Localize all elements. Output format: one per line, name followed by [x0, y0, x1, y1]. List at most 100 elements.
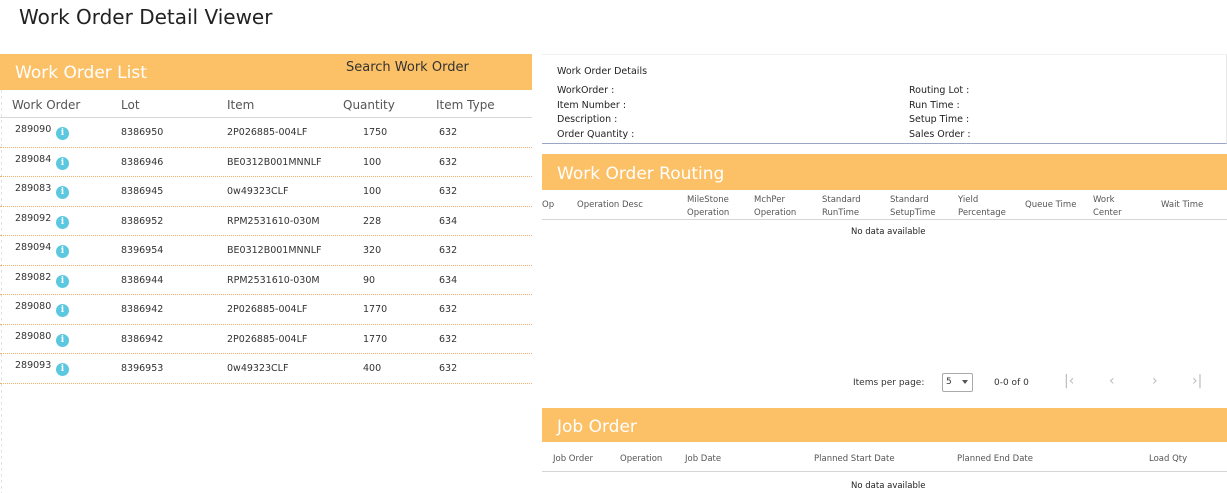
work-order-routing-panel: Work Order Routing Op Operation Desc Mil… [542, 154, 1227, 404]
routing-col-yield-percentage[interactable]: Yield Percentage [958, 194, 1006, 220]
cell-lot: 8386942 [121, 304, 164, 315]
search-work-order-button[interactable]: Search Work Order [346, 60, 469, 75]
info-icon[interactable]: i [56, 127, 69, 140]
routing-col-line2: Percentage [958, 208, 1006, 218]
job-col-job-order[interactable]: Job Order [553, 454, 593, 464]
cell-quantity: 90 [363, 274, 376, 286]
job-col-planned-end-date[interactable]: Planned End Date [957, 454, 1033, 464]
cell-item-type: 632 [439, 363, 458, 374]
cell-quantity: 100 [363, 186, 382, 197]
next-page-icon[interactable]: › [1152, 373, 1158, 389]
work-order-list-header: Work Order List Search Work Order [0, 54, 532, 90]
cell-work-order: 289083 [15, 183, 52, 194]
routing-empty-text: No data available [851, 227, 926, 237]
info-icon[interactable]: i [56, 333, 69, 347]
table-row[interactable]: 289082 8386944 RPM2531610-030M 90 634 i [0, 266, 532, 295]
cell-lot: 8396953 [121, 363, 164, 374]
work-order-list-panel: Work Order List Search Work Order Work O… [0, 54, 532, 493]
routing-title: Work Order Routing [557, 164, 725, 184]
routing-col-queue-time-label: Queue Time [1025, 200, 1077, 210]
column-header-item[interactable]: Item [227, 98, 254, 112]
last-page-icon[interactable]: ›| [1192, 373, 1202, 389]
table-row[interactable]: 289080 8386942 2P026885-004LF 1770 632 i [0, 325, 532, 354]
routing-col-line1: Standard [890, 195, 929, 205]
cell-work-order: 289080 [15, 330, 52, 342]
column-header-work-order[interactable]: Work Order [12, 98, 80, 112]
detail-label-sales-order: Sales Order : [909, 129, 971, 140]
cell-item: 0w49323CLF [227, 186, 289, 197]
info-icon[interactable]: i [56, 363, 69, 376]
work-order-details-title: Work Order Details [557, 66, 648, 77]
table-row[interactable]: 289084 8386946 BE0312B001MNNLF 100 632 i [0, 148, 532, 177]
routing-col-work-center[interactable]: Work Center [1093, 194, 1122, 220]
info-icon[interactable]: i [56, 274, 69, 288]
info-icon[interactable]: i [56, 186, 69, 199]
job-col-operation[interactable]: Operation [620, 454, 662, 464]
job-col-planned-start-date[interactable]: Planned Start Date [814, 454, 895, 464]
cell-work-order: 289080 [15, 301, 52, 312]
cell-item-type: 632 [439, 304, 458, 315]
info-icon[interactable]: i [56, 215, 69, 229]
info-icon[interactable]: i [56, 304, 69, 317]
job-col-load-qty[interactable]: Load Qty [1149, 454, 1187, 464]
cell-quantity: 400 [363, 363, 382, 374]
work-order-rows: 289090 8386950 2P026885-004LF 1750 632 i 28908… [0, 118, 532, 384]
info-icon[interactable]: i [56, 156, 69, 170]
job-order-title: Job Order [557, 417, 637, 437]
cell-item: 2P026885-004LF [227, 127, 308, 138]
routing-col-standard-setuptime[interactable]: Standard SetupTime [890, 194, 936, 220]
routing-col-wait-time[interactable]: Wait Time [1161, 199, 1203, 212]
previous-page-icon[interactable]: ‹ [1109, 373, 1115, 389]
table-row[interactable]: 289094 8396954 BE0312B001MNNLF 320 632 i [0, 236, 532, 266]
cell-item-type: 634 [439, 215, 458, 227]
cell-item: BE0312B001MNNLF [227, 156, 322, 168]
cell-item-type: 632 [439, 333, 458, 345]
first-page-icon[interactable]: |‹ [1064, 373, 1074, 389]
table-row[interactable]: 289083 8386945 0w49323CLF 100 632 i [0, 177, 532, 207]
routing-col-standard-runtime[interactable]: Standard RunTime [822, 194, 861, 220]
job-order-header: Job Order [542, 408, 1227, 442]
routing-col-op[interactable]: Op [542, 199, 554, 212]
table-row[interactable]: 289090 8386950 2P026885-004LF 1750 632 i [0, 118, 532, 148]
column-header-lot[interactable]: Lot [121, 98, 140, 112]
cell-lot: 8386950 [121, 127, 164, 138]
cell-item-type: 632 [439, 245, 458, 256]
chevron-down-icon [962, 380, 968, 384]
cell-quantity: 100 [363, 156, 382, 168]
cell-lot: 8396954 [121, 245, 164, 256]
cell-work-order: 289093 [15, 360, 52, 371]
cell-work-order: 289082 [15, 271, 52, 283]
detail-label-description: Description : [557, 114, 618, 125]
cell-item-type: 632 [439, 186, 458, 197]
table-row[interactable]: 289080 8386942 2P026885-004LF 1770 632 i [0, 295, 532, 325]
cell-lot: 8386945 [121, 186, 164, 197]
routing-col-wait-time-label: Wait Time [1161, 200, 1204, 210]
detail-label-order-quantity: Order Quantity : [557, 129, 635, 140]
column-header-quantity[interactable]: Quantity [343, 98, 395, 112]
routing-col-line1: Work [1093, 195, 1115, 205]
items-per-page-value: 5 [946, 377, 952, 387]
routing-col-line1: Yield [958, 195, 979, 205]
routing-col-queue-time[interactable]: Queue Time [1025, 199, 1076, 212]
cell-item: 2P026885-004LF [227, 333, 308, 345]
routing-col-milestone-operation[interactable]: MileStone Operation [687, 194, 729, 220]
routing-col-mchper-operation[interactable]: MchPer Operation [754, 194, 796, 220]
routing-col-operation-desc[interactable]: Operation Desc [577, 199, 643, 212]
cell-lot: 8386946 [121, 156, 164, 168]
items-per-page-select[interactable]: 5 [942, 373, 973, 392]
job-col-job-date[interactable]: Job Date [685, 454, 721, 464]
table-row[interactable]: 289092 8386952 RPM2531610-030M 228 634 i [0, 207, 532, 236]
cell-lot: 8386944 [121, 274, 164, 286]
cell-work-order: 289092 [15, 212, 52, 224]
cell-item: BE0312B001MNNLF [227, 245, 322, 256]
cell-item: RPM2531610-030M [227, 215, 320, 227]
column-header-item-type[interactable]: Item Type [436, 98, 495, 112]
info-icon[interactable]: i [56, 245, 69, 258]
routing-header: Work Order Routing [542, 154, 1227, 190]
detail-label-workorder: WorkOrder : [557, 85, 615, 96]
routing-col-line1: MchPer [754, 195, 785, 205]
table-row[interactable]: 289093 8396953 0w49323CLF 400 632 i [0, 354, 532, 384]
cell-work-order: 289084 [15, 153, 52, 165]
cell-item-type: 634 [439, 274, 458, 286]
cell-quantity: 320 [363, 245, 382, 256]
